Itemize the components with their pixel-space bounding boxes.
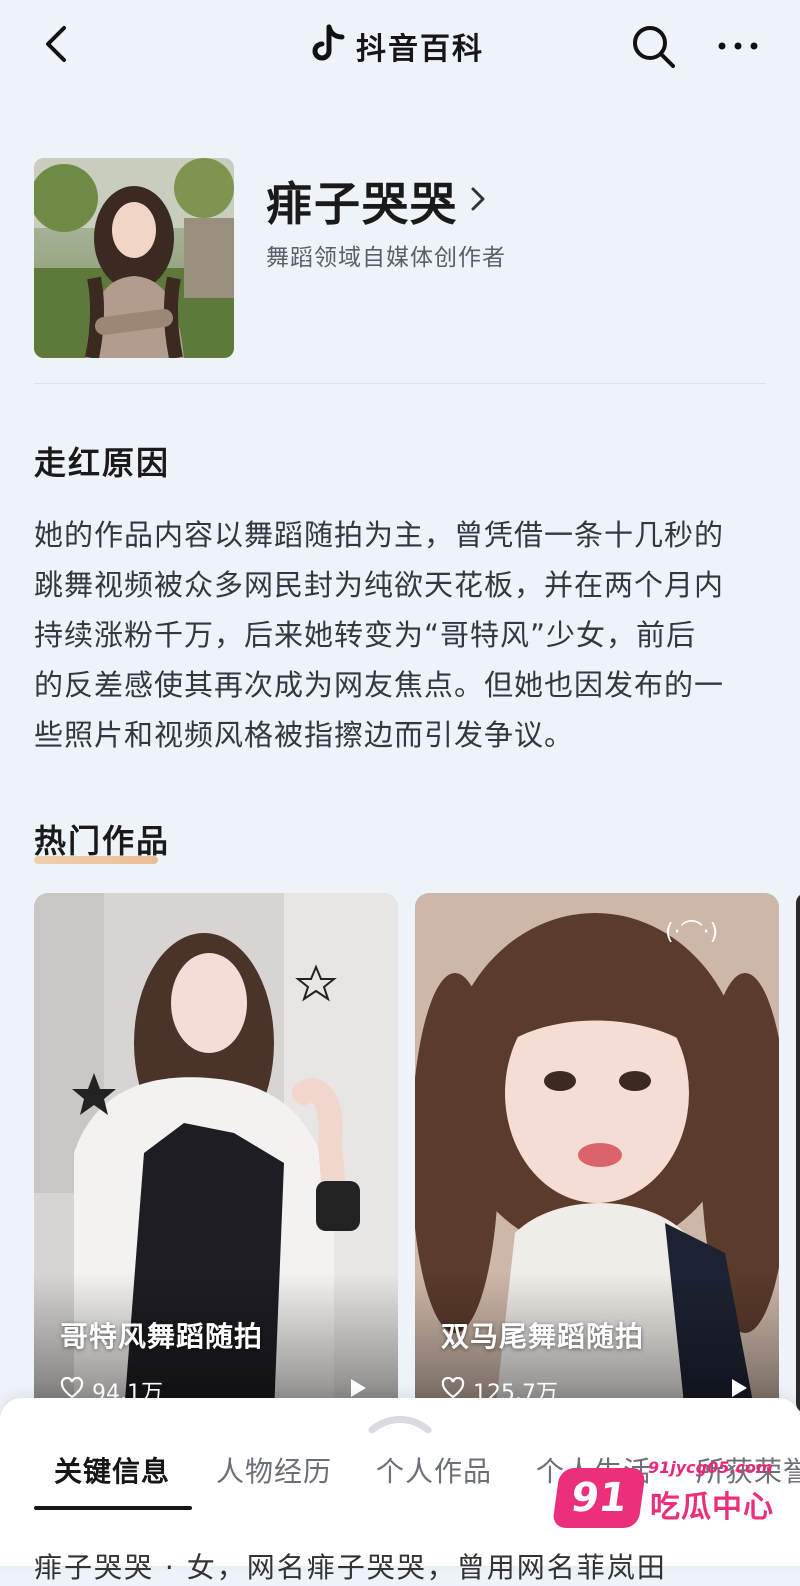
watermark-logo: 91	[551, 1468, 647, 1528]
work-card[interactable]: 哥特风舞蹈随拍 94.1万	[34, 893, 398, 1413]
reason-line: 的反差感使其再次成为网友焦点。但她也因发布的一	[34, 668, 725, 702]
profile-name: 痱子哭哭	[266, 177, 458, 231]
title-underline	[34, 856, 158, 864]
back-arrow-icon[interactable]	[36, 22, 80, 66]
search-icon[interactable]	[628, 22, 680, 70]
more-icon[interactable]	[712, 22, 764, 70]
work-card[interactable]: (·⌒·) 双马尾舞蹈随拍 125.7万	[415, 893, 779, 1413]
tab-experience[interactable]: 人物经历	[216, 1450, 332, 1490]
profile-subtitle: 舞蹈领域自媒体创作者	[266, 245, 506, 271]
content-peek: 痱子哭哭 · 女，网名痱子哭哭，曾用网名菲岚田	[34, 1551, 667, 1584]
brand-title: 抖音百科	[356, 32, 484, 67]
profile-name-row[interactable]: 痱子哭哭	[266, 168, 488, 234]
watermark: 91 91jycg05.com 吃瓜中心	[551, 1458, 800, 1538]
reason-line: 她的作品内容以舞蹈随拍为主，曾凭借一条十几秒的	[34, 518, 725, 552]
chevron-right-icon	[468, 183, 488, 219]
section-title-reason: 走红原因	[34, 444, 171, 482]
reason-paragraph: 她的作品内容以舞蹈随拍为主，曾凭借一条十几秒的 跳舞视频被众多网民封为纯欲天花板…	[34, 510, 774, 760]
watermark-text: 吃瓜中心	[650, 1490, 774, 1525]
tab-key-info[interactable]: 关键信息	[54, 1450, 170, 1490]
douyin-logo-icon	[310, 24, 346, 68]
avatar[interactable]	[34, 158, 234, 358]
brand: 抖音百科	[310, 24, 484, 68]
work-card-partial[interactable]	[796, 893, 800, 1413]
work-title: 哥特风舞蹈随拍	[60, 1320, 264, 1353]
divider	[34, 383, 766, 384]
reason-line: 持续涨粉千万，后来她转变为“哥特风”少女，前后	[34, 618, 697, 652]
watermark-url: 91jycg05.com	[648, 1458, 773, 1477]
top-bar: 抖音百科	[0, 0, 800, 92]
reason-line: 跳舞视频被众多网民封为纯欲天花板，并在两个月内	[34, 568, 725, 602]
work-title: 双马尾舞蹈随拍	[441, 1320, 645, 1353]
tab-works[interactable]: 个人作品	[376, 1450, 492, 1490]
collapse-handle-icon[interactable]	[368, 1408, 432, 1440]
reason-line: 些照片和视频风格被指擦边而引发争议。	[34, 718, 575, 752]
svg-text:(·⌒·): (·⌒·)	[665, 920, 718, 945]
tab-indicator	[34, 1506, 192, 1510]
